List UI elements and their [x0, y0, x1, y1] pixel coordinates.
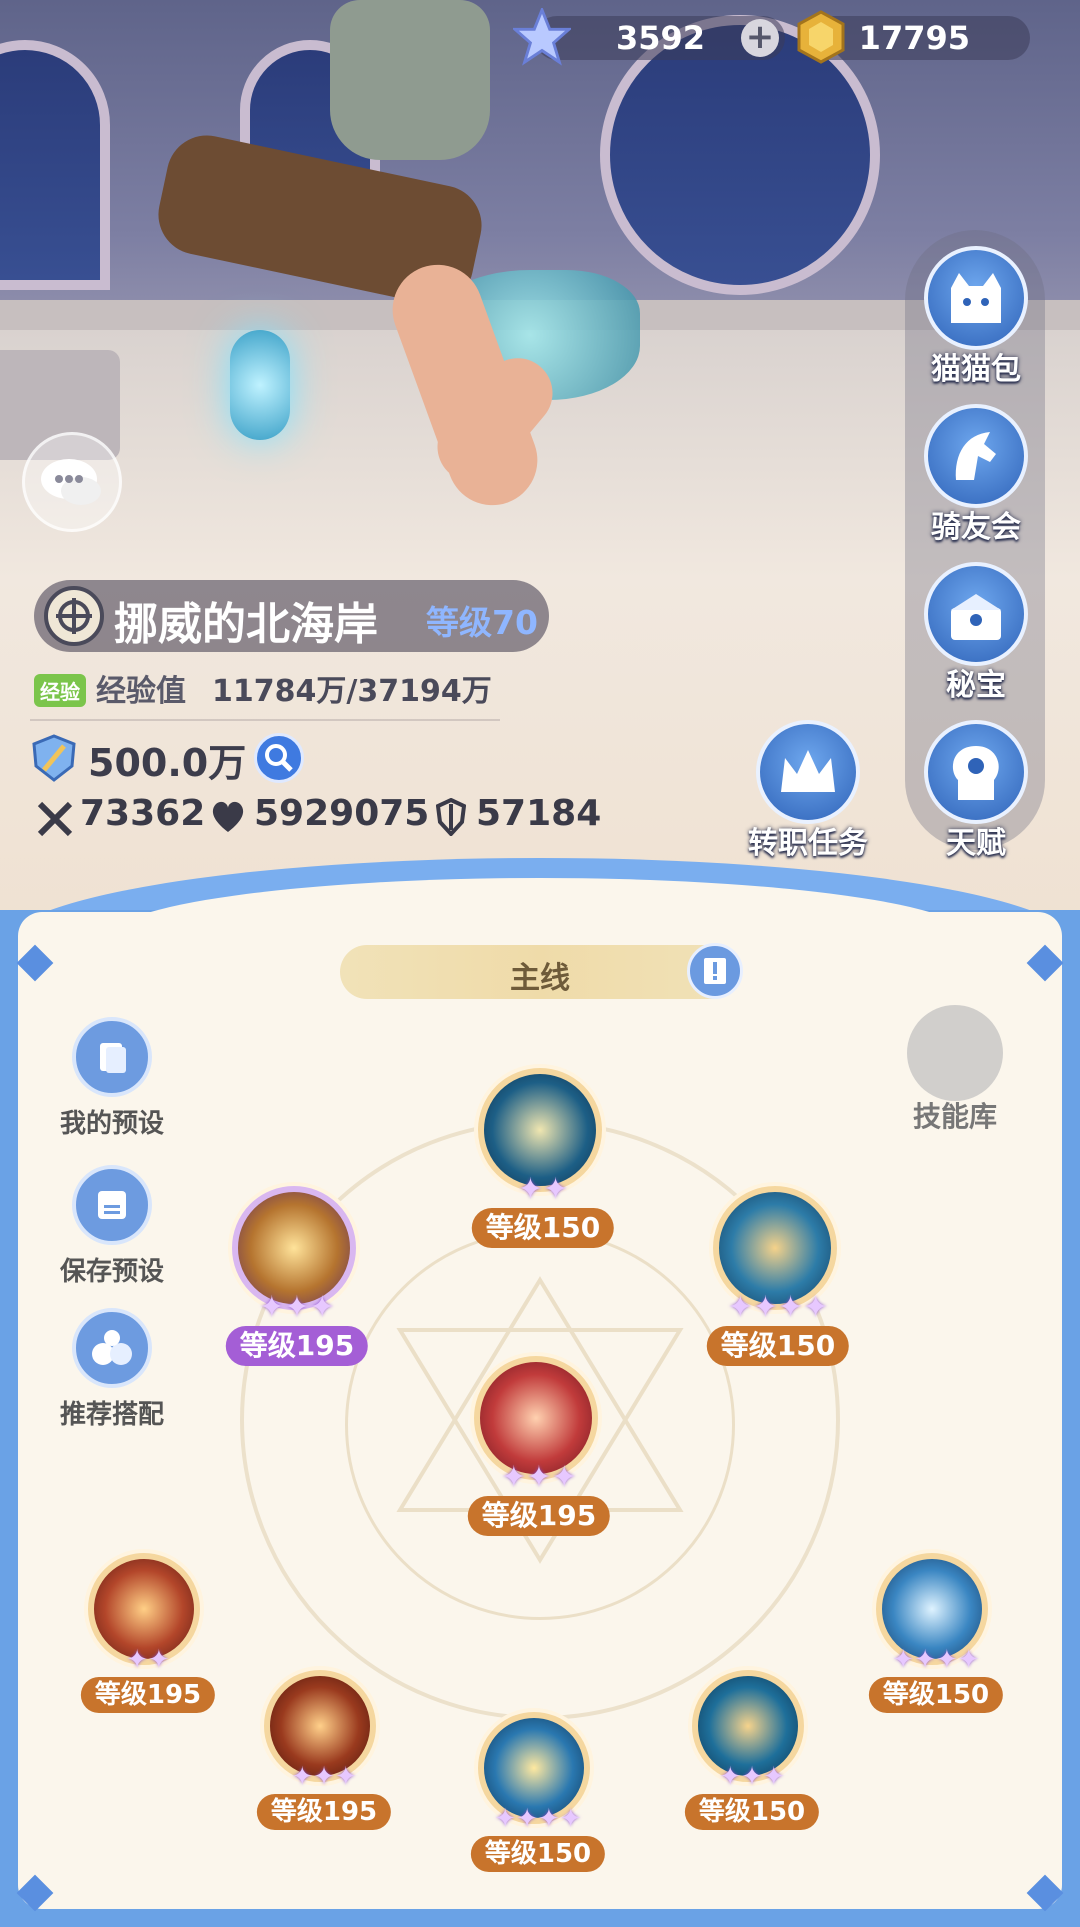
skill-library-button[interactable]: 技能库 — [900, 1005, 1010, 1135]
skill-stars: ✦✦✦✦ — [727, 1290, 829, 1325]
my-preset-label: 我的预设 — [59, 1109, 164, 1139]
rider-club-label: 骑友会 — [931, 510, 1021, 545]
talent-label: 天赋 — [946, 826, 1006, 861]
search-icon — [265, 744, 293, 772]
skill-level: 等级195 — [256, 1794, 392, 1830]
defense-value: 57184 — [476, 793, 602, 834]
combat-power-shield-icon — [32, 734, 76, 782]
skill-level: 等级150 — [470, 1836, 606, 1872]
skill-stars: ✦✦✦ — [501, 1460, 577, 1495]
preset-cards-icon — [72, 1017, 152, 1097]
cat-bag-label: 猫猫包 — [931, 352, 1021, 387]
save-preset-button[interactable]: 保存预设 — [52, 1165, 172, 1288]
moon-icon — [907, 1005, 1003, 1101]
crown-icon — [756, 720, 860, 824]
chat-bubble-icon — [41, 459, 101, 505]
skill-stars: ✦✦✦ — [719, 1762, 785, 1792]
gem-value: 3592 — [615, 19, 705, 57]
attack-value: 73362 — [80, 793, 206, 834]
skill-stars: ✦✦ — [517, 1172, 569, 1207]
cat-icon — [924, 246, 1028, 350]
skill-level: 等级150 — [706, 1326, 850, 1366]
exp-value: 11784万/37194万 — [212, 674, 492, 709]
skill-level: 等级150 — [684, 1794, 820, 1830]
job-quest-label: 转职任务 — [748, 826, 868, 861]
skill-slot-right[interactable]: ✦✦✦✦ 等级150 — [706, 1186, 850, 1366]
recommend-gear-icon — [72, 1308, 152, 1388]
skill-level: 等级150 — [471, 1208, 615, 1248]
skill-level: 等级195 — [467, 1496, 611, 1536]
combat-power-value: 500.0万 — [88, 741, 247, 785]
skill-level: 等级195 — [80, 1677, 216, 1713]
skill-guide-button[interactable] — [687, 943, 743, 999]
skill-level: 等级150 — [868, 1677, 1004, 1713]
skill-slot-bottom-4[interactable]: ✦✦✦ 等级150 — [684, 1670, 820, 1830]
divider — [30, 719, 500, 721]
treasure-chest-icon — [924, 562, 1028, 666]
horse-head-icon — [924, 404, 1028, 508]
exp-label: 经验值 — [96, 674, 186, 709]
my-preset-button[interactable]: 我的预设 — [52, 1017, 172, 1140]
skill-stars: ✦✦✦ — [291, 1762, 357, 1792]
add-gems-button[interactable]: + — [741, 19, 779, 57]
cat-bag-button[interactable]: 猫猫包 — [911, 246, 1041, 388]
exp-tag: 经验 — [34, 674, 86, 707]
character-level: 等级70 — [426, 603, 538, 642]
skill-slot-left[interactable]: ✦✦✦ 等级195 — [225, 1186, 369, 1366]
crossed-swords-icon — [37, 801, 73, 837]
brain-head-icon — [924, 720, 1028, 824]
character-body — [330, 0, 490, 160]
mount-lantern — [230, 330, 290, 440]
skill-stars: ✦✦ — [126, 1645, 170, 1675]
rider-club-button[interactable]: 骑友会 — [911, 404, 1041, 546]
skill-slot-center[interactable]: ✦✦✦ 等级195 — [467, 1356, 611, 1536]
skill-stars: ✦✦✦✦ — [892, 1645, 980, 1675]
recommended-label: 推荐搭配 — [59, 1400, 164, 1430]
character-name: 挪威的北海岸 — [114, 599, 378, 650]
mainline-tab[interactable]: 主线 — [340, 945, 740, 999]
mainline-label: 主线 — [510, 961, 570, 996]
shield-icon — [436, 798, 466, 836]
recommended-build-button[interactable]: 推荐搭配 — [52, 1308, 172, 1431]
skill-slot-bottom-2[interactable]: ✦✦✦ 等级195 — [256, 1670, 392, 1830]
heart-icon — [212, 801, 244, 832]
skill-stars: ✦✦✦✦ — [494, 1804, 582, 1834]
save-disk-icon — [72, 1165, 152, 1245]
skill-stars: ✦✦✦ — [259, 1290, 335, 1325]
treasure-button[interactable]: 秘宝 — [911, 562, 1041, 704]
save-preset-label: 保存预设 — [59, 1257, 164, 1287]
gold-coin-icon — [797, 10, 845, 64]
class-emblem-icon — [44, 586, 104, 646]
skill-slot-bottom-3[interactable]: ✦✦✦✦ 等级150 — [470, 1712, 606, 1872]
talent-button[interactable]: 天赋 — [911, 720, 1041, 862]
gem-counter: 3592 + — [513, 8, 785, 66]
skill-level: 等级195 — [225, 1326, 369, 1366]
character-name-bar[interactable]: 挪威的北海岸 等级70 — [34, 580, 549, 652]
skill-slot-top[interactable]: ✦✦ 等级150 — [471, 1068, 615, 1248]
gold-value: 17795 — [858, 19, 970, 57]
power-detail-button[interactable] — [254, 733, 304, 783]
skill-slot-bottom-5[interactable]: ✦✦✦✦ 等级150 — [868, 1553, 1004, 1713]
hp-value: 5929075 — [254, 793, 430, 834]
treasure-label: 秘宝 — [946, 668, 1006, 703]
book-icon — [704, 958, 726, 984]
skill-slot-bottom-1[interactable]: ✦✦ 等级195 — [80, 1553, 216, 1713]
chat-button[interactable] — [22, 432, 122, 532]
background-window — [0, 40, 110, 290]
skill-library-label: 技能库 — [912, 1100, 997, 1133]
crystal-icon — [513, 8, 571, 66]
gold-counter: 17795 — [797, 10, 1030, 64]
job-quest-button[interactable]: 转职任务 — [743, 720, 873, 862]
